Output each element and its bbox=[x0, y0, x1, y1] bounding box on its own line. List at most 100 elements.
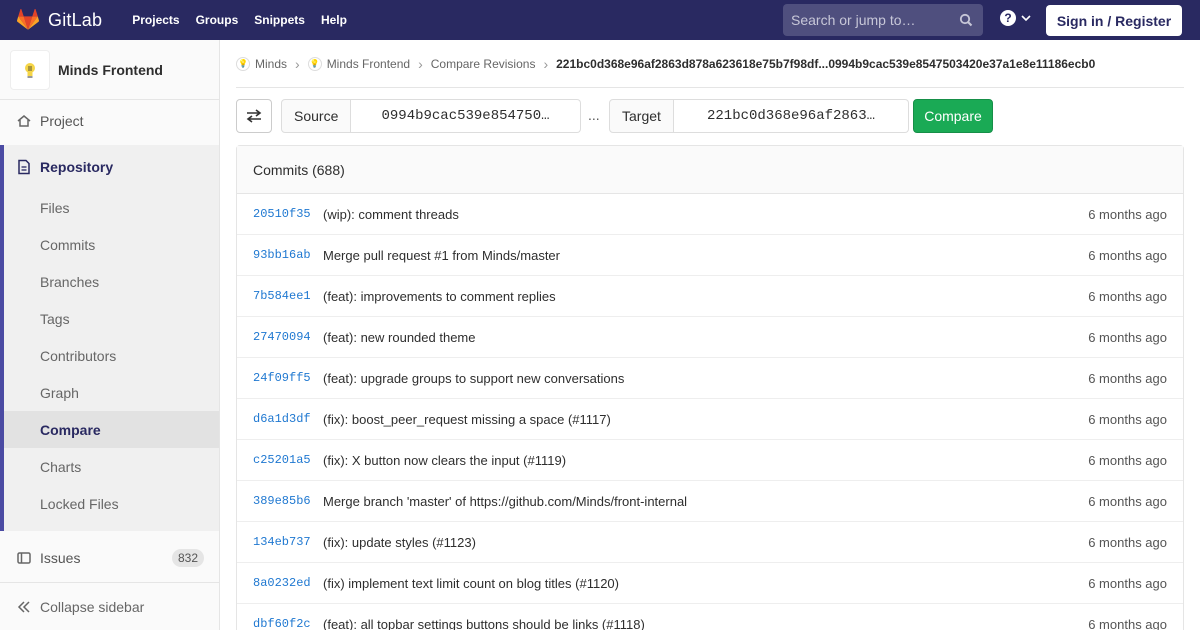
commit-time: 6 months ago bbox=[1088, 616, 1167, 630]
breadcrumb-minds[interactable]: 💡 Minds bbox=[236, 56, 288, 71]
target-group: Target 221bc0d368e96af2863… bbox=[609, 99, 909, 133]
commit-sha-link[interactable]: dbf60f2c bbox=[253, 617, 323, 630]
gitlab-logo[interactable]: GitLab bbox=[16, 0, 102, 40]
commit-row[interactable]: 20510f35 (wip): comment threads 6 months a… bbox=[237, 194, 1183, 235]
target-revision-dropdown[interactable]: 221bc0d368e96af2863… bbox=[674, 99, 909, 133]
breadcrumb-label: Minds Frontend bbox=[326, 56, 411, 71]
breadcrumb-current[interactable]: 221bc0d368e96af2863d878a623618e75b7f98df… bbox=[556, 57, 1095, 71]
nav-groups[interactable]: Groups bbox=[190, 13, 245, 27]
swap-revisions-button[interactable] bbox=[236, 99, 272, 133]
commit-row[interactable]: d6a1d3df (fix): boost_peer_request missin… bbox=[237, 399, 1183, 440]
main-nav: Projects Groups Snippets Help bbox=[126, 0, 357, 40]
search-icon[interactable] bbox=[959, 13, 973, 27]
sidebar-item-graph[interactable]: Graph bbox=[4, 374, 219, 411]
breadcrumb-separator-icon: › bbox=[418, 55, 423, 72]
collapse-sidebar-label: Collapse sidebar bbox=[40, 598, 145, 615]
collapse-sidebar-button[interactable]: Collapse sidebar bbox=[0, 582, 219, 630]
commit-row[interactable]: 7b584ee1 (feat): improvements to comment … bbox=[237, 276, 1183, 317]
issues-count-badge: 832 bbox=[171, 549, 204, 567]
sign-in-button[interactable]: Sign in / Register bbox=[1046, 5, 1182, 36]
source-label: Source bbox=[281, 99, 351, 133]
commit-sha-link[interactable]: 7b584ee1 bbox=[253, 289, 323, 303]
breadcrumb-separator-icon: › bbox=[543, 55, 549, 72]
file-icon bbox=[18, 159, 30, 175]
sidebar-item-compare[interactable]: Compare bbox=[4, 411, 219, 448]
top-navbar: GitLab Projects Groups Snippets Help ? S… bbox=[0, 0, 1200, 40]
compare-separator: ... bbox=[588, 107, 600, 123]
commit-time: 6 months ago bbox=[1088, 452, 1167, 468]
commit-sha-link[interactable]: d6a1d3df bbox=[253, 412, 323, 426]
sidebar-project-header[interactable]: Minds Frontend bbox=[0, 40, 219, 100]
nav-help[interactable]: Help bbox=[315, 13, 353, 27]
sidebar-item-charts[interactable]: Charts bbox=[4, 448, 219, 485]
commit-row[interactable]: 389e85b6 Merge branch 'master' of https:/… bbox=[237, 481, 1183, 522]
commit-row[interactable]: 8a0232ed (fix) implement text limit count… bbox=[237, 563, 1183, 604]
sidebar-item-label: Issues bbox=[40, 550, 81, 566]
commit-time: 6 months ago bbox=[1088, 493, 1167, 509]
commit-sha-link[interactable]: 134eb737 bbox=[253, 535, 323, 549]
commit-time: 6 months ago bbox=[1088, 534, 1167, 550]
nav-projects[interactable]: Projects bbox=[126, 13, 185, 27]
commit-message[interactable]: (fix): update styles (#1123) bbox=[323, 535, 476, 550]
target-label: Target bbox=[609, 99, 674, 133]
sidebar: Minds Frontend Project Repository Files … bbox=[0, 40, 220, 630]
commit-message[interactable]: (fix) implement text limit count on blog… bbox=[323, 576, 619, 591]
sidebar-item-commits[interactable]: Commits bbox=[4, 226, 219, 263]
commit-sha-link[interactable]: 389e85b6 bbox=[253, 494, 323, 508]
commit-sha-link[interactable]: c25201a5 bbox=[253, 453, 323, 467]
commit-message[interactable]: (wip): comment threads bbox=[323, 207, 459, 222]
sidebar-item-branches[interactable]: Branches bbox=[4, 263, 219, 300]
sidebar-item-locked-files[interactable]: Locked Files bbox=[4, 485, 219, 522]
commit-time: 6 months ago bbox=[1088, 370, 1167, 386]
commit-row[interactable]: 24f09ff5 (feat): upgrade groups to suppor… bbox=[237, 358, 1183, 399]
commit-message[interactable]: Merge branch 'master' of https://github.… bbox=[323, 494, 687, 509]
commit-message[interactable]: (feat): new rounded theme bbox=[323, 330, 475, 345]
commit-time: 6 months ago bbox=[1088, 247, 1167, 263]
sidebar-item-repository[interactable]: Repository bbox=[4, 145, 219, 189]
main-content: 💡 Minds › 💡 Minds Frontend › Compare Rev… bbox=[236, 40, 1184, 630]
sidebar-item-project[interactable]: Project bbox=[0, 100, 219, 142]
commit-row[interactable]: 27470094 (feat): new rounded theme 6 month… bbox=[237, 317, 1183, 358]
commit-message[interactable]: (fix): boost_peer_request missing a spac… bbox=[323, 412, 611, 427]
swap-arrows-icon bbox=[246, 109, 262, 123]
commit-sha-link[interactable]: 27470094 bbox=[253, 330, 323, 344]
commit-row[interactable]: 93bb16ab Merge pull request #1 from Minds… bbox=[237, 235, 1183, 276]
question-icon: ? bbox=[1000, 10, 1016, 26]
commit-sha-link[interactable]: 8a0232ed bbox=[253, 576, 323, 590]
commit-row[interactable]: c25201a5 (fix): X button now clears the i… bbox=[237, 440, 1183, 481]
breadcrumb-compare-revisions[interactable]: Compare Revisions bbox=[431, 57, 536, 71]
breadcrumb-minds-frontend[interactable]: 💡 Minds Frontend bbox=[307, 56, 411, 71]
nav-snippets[interactable]: Snippets bbox=[248, 13, 311, 27]
sidebar-item-tags[interactable]: Tags bbox=[4, 300, 219, 337]
commit-message[interactable]: (feat): all topbar settings buttons shou… bbox=[323, 617, 645, 630]
breadcrumb-label: Minds bbox=[255, 56, 288, 71]
help-dropdown[interactable]: ? bbox=[1000, 10, 1031, 26]
commit-message[interactable]: (feat): upgrade groups to support new co… bbox=[323, 371, 624, 386]
sidebar-item-issues[interactable]: Issues 832 bbox=[0, 537, 219, 579]
sidebar-item-contributors[interactable]: Contributors bbox=[4, 337, 219, 374]
source-revision-dropdown[interactable]: 0994b9cac539e854750… bbox=[351, 99, 581, 133]
commit-row[interactable]: 134eb737 (fix): update styles (#1123) 6 mo… bbox=[237, 522, 1183, 563]
commits-header: Commits (688) bbox=[237, 146, 1183, 194]
commit-sha-link[interactable]: 20510f35 bbox=[253, 207, 323, 221]
commit-sha-link[interactable]: 24f09ff5 bbox=[253, 371, 323, 385]
project-avatar-icon: 💡 bbox=[307, 56, 322, 71]
sidebar-item-label: Project bbox=[40, 113, 84, 129]
breadcrumb: 💡 Minds › 💡 Minds Frontend › Compare Rev… bbox=[236, 40, 1184, 88]
gitlab-tanuki-icon bbox=[17, 9, 39, 30]
sidebar-item-files[interactable]: Files bbox=[4, 189, 219, 226]
commit-message[interactable]: (fix): X button now clears the input (#1… bbox=[323, 453, 566, 468]
chevron-down-icon bbox=[1021, 15, 1031, 22]
compare-button[interactable]: Compare bbox=[913, 99, 993, 133]
search-input[interactable] bbox=[791, 12, 951, 28]
search-box bbox=[783, 4, 983, 36]
commit-time: 6 months ago bbox=[1088, 411, 1167, 427]
sidebar-item-label: Repository bbox=[40, 159, 114, 175]
commit-message[interactable]: (feat): improvements to comment replies bbox=[323, 289, 556, 304]
commit-time: 6 months ago bbox=[1088, 575, 1167, 591]
commit-sha-link[interactable]: 93bb16ab bbox=[253, 248, 323, 262]
source-group: Source 0994b9cac539e854750… bbox=[281, 99, 581, 133]
breadcrumb-separator-icon: › bbox=[295, 55, 300, 72]
commit-row[interactable]: dbf60f2c (feat): all topbar settings butt… bbox=[237, 604, 1183, 630]
commit-message[interactable]: Merge pull request #1 from Minds/master bbox=[323, 248, 560, 263]
